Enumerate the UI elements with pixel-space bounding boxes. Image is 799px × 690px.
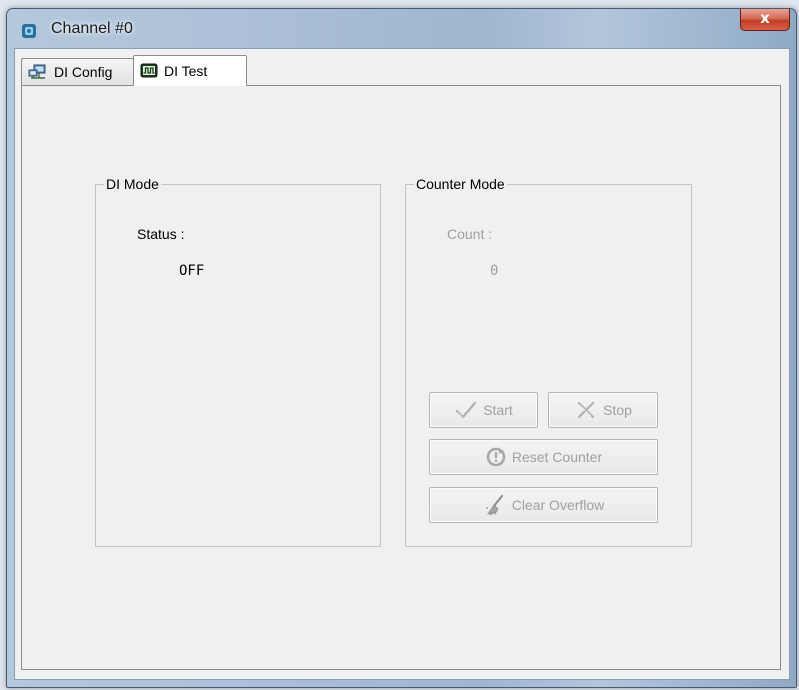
clear-overflow-button-label: Clear Overflow [511, 497, 605, 513]
status-value: OFF [179, 263, 205, 279]
broom-icon [485, 494, 503, 516]
stop-button-label: Stop [603, 402, 632, 418]
di-mode-title: DI Mode [104, 176, 161, 192]
counter-mode-title: Counter Mode [414, 176, 507, 192]
status-label: Status : [137, 226, 185, 242]
di-test-panel: DI Mode Status : OFF Counter Mode Count … [21, 85, 781, 670]
counter-mode-group: Counter Mode Count : 0 Start Stop Reset … [405, 176, 692, 547]
refresh-icon [486, 447, 506, 467]
tab-di-config-label: DI Config [54, 64, 113, 80]
dialog-window: Channel #0 x DI Config DI Test DI Mode S… [6, 8, 797, 688]
check-icon [456, 401, 477, 419]
window-title: Channel #0 [51, 20, 133, 37]
waveform-monitor-icon [140, 63, 158, 78]
stop-button[interactable]: Stop [548, 392, 658, 428]
close-icon: x [760, 9, 770, 27]
computer-network-icon [28, 64, 46, 79]
tab-di-test-label: DI Test [164, 63, 208, 79]
di-mode-group: DI Mode Status : OFF [95, 176, 381, 547]
app-icon [22, 24, 36, 38]
start-button[interactable]: Start [429, 392, 538, 428]
tab-di-test[interactable]: DI Test [133, 55, 247, 86]
x-mark-icon [577, 401, 595, 419]
dialog-client-area: DI Config DI Test DI Mode Status : OFF C… [14, 48, 790, 680]
start-button-label: Start [483, 402, 513, 418]
title-bar[interactable]: Channel #0 x [7, 9, 796, 47]
close-button[interactable]: x [740, 9, 790, 31]
reset-counter-button-label: Reset Counter [511, 449, 603, 465]
count-value: 0 [490, 263, 499, 279]
count-label: Count : [447, 226, 493, 242]
tab-di-config[interactable]: DI Config [21, 58, 134, 85]
reset-counter-button[interactable]: Reset Counter [429, 439, 658, 475]
clear-overflow-button[interactable]: Clear Overflow [429, 487, 658, 523]
